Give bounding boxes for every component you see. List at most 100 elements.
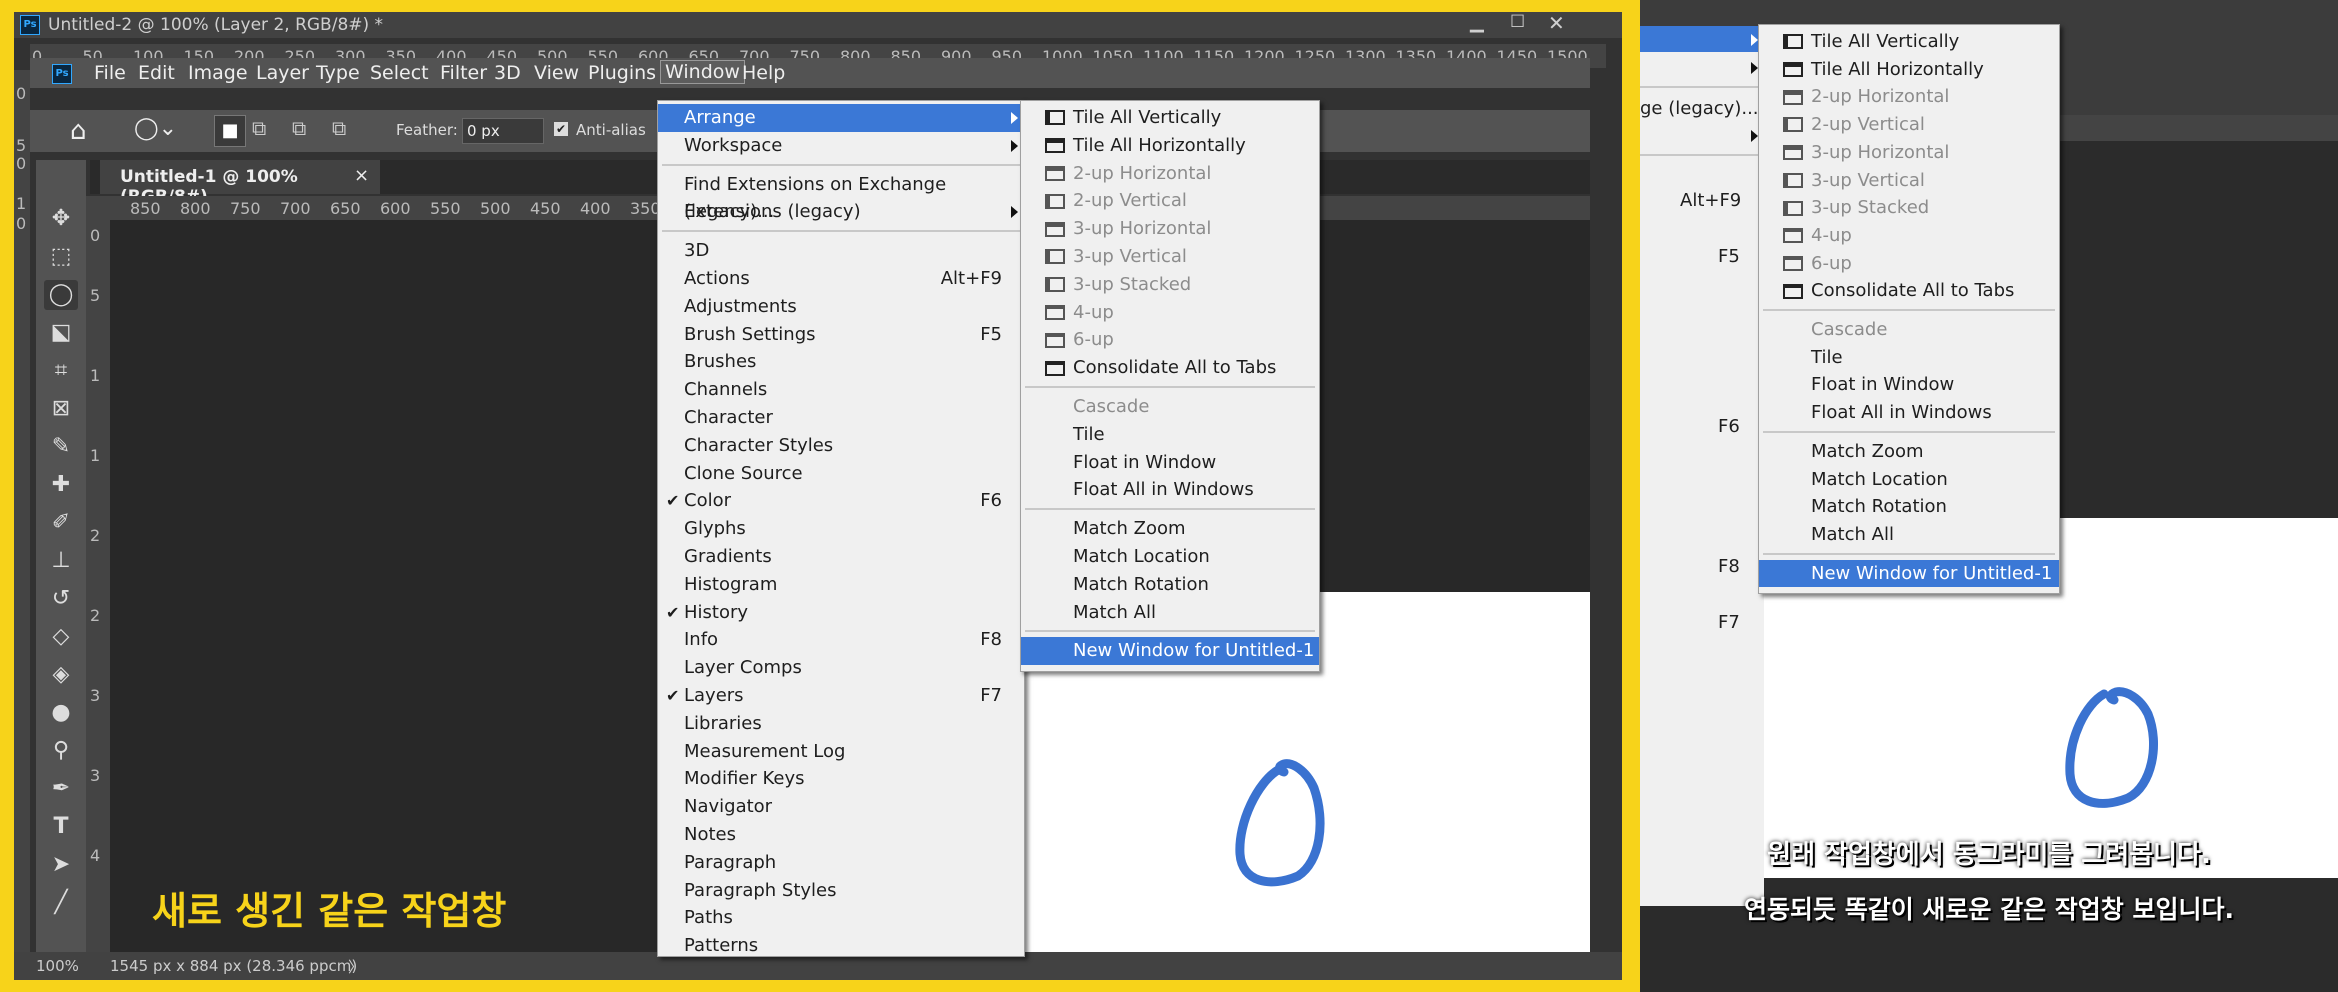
menu-view[interactable]: View [534, 62, 579, 84]
menu-item-libraries[interactable]: Libraries [658, 710, 1024, 738]
menu-item-cascade[interactable]: Cascade [1021, 393, 1319, 421]
menu-item-tile[interactable]: Tile [1759, 344, 2059, 372]
brush-tool-icon[interactable]: ✐ [44, 508, 78, 538]
menu-item-clone-source[interactable]: Clone Source [658, 460, 1024, 488]
menu-item-channels[interactable]: Channels [658, 376, 1024, 404]
maximize-icon[interactable]: ☐ [1510, 12, 1525, 32]
menu-item-color[interactable]: ✔ Color F6 [658, 487, 1024, 515]
menu-item-layers[interactable]: ✔ Layers F7 [658, 682, 1024, 710]
add-selection-icon[interactable]: ⧉ [252, 116, 266, 140]
menu-item-actions[interactable]: Actions Alt+F9 [658, 265, 1024, 293]
menu-item-cascade[interactable]: Cascade [1759, 316, 2059, 344]
menu-item-float-all-in-windows[interactable]: Float All in Windows [1759, 399, 2059, 427]
menu-item-new-window-for-untitled-1[interactable]: New Window for Untitled-1 [1021, 637, 1319, 666]
menu-item-3-up-stacked[interactable]: 3-up Stacked [1759, 194, 2059, 222]
menu-item-modifier-keys[interactable]: Modifier Keys [658, 765, 1024, 793]
crop-tool-icon[interactable]: ⌗ [44, 356, 78, 386]
menu-item-3-up-horizontal[interactable]: 3-up Horizontal [1021, 215, 1319, 243]
menu-item-histogram[interactable]: Histogram [658, 571, 1024, 599]
frame-tool-icon[interactable]: ⊠ [44, 394, 78, 424]
menu-item-paths[interactable]: Paths [658, 904, 1024, 932]
menu-item-match-all[interactable]: Match All [1759, 521, 2059, 549]
menu-layer[interactable]: Layer [256, 62, 309, 84]
menu-item-find-extensions-on-exchange-legacy[interactable]: Find Extensions on Exchange (legacy)... [658, 171, 1024, 223]
menu-item-character-styles[interactable]: Character Styles [658, 432, 1024, 460]
intersect-selection-icon[interactable]: ⧉ [332, 116, 346, 140]
menu-item-6-up[interactable]: 6-up [1759, 250, 2059, 278]
path-selection-tool-icon[interactable]: ➤ [44, 850, 78, 880]
menu-item-2-up-vertical[interactable]: 2-up Vertical [1759, 111, 2059, 139]
menu-item-3-up-vertical[interactable]: 3-up Vertical [1759, 167, 2059, 195]
menu-item-tile-all-vertically[interactable]: Tile All Vertically [1021, 104, 1319, 132]
menu-item-notes[interactable]: Notes [658, 821, 1024, 849]
menu-type[interactable]: Type [316, 62, 360, 84]
new-selection-icon[interactable]: ■ [214, 115, 246, 147]
menu-item-match-rotation[interactable]: Match Rotation [1759, 493, 2059, 521]
menu-item-float-in-window[interactable]: Float in Window [1759, 371, 2059, 399]
object-selection-tool-icon[interactable]: ⬕ [44, 318, 78, 348]
menu-filter[interactable]: Filter [440, 62, 487, 84]
menu-item-match-location[interactable]: Match Location [1759, 466, 2059, 494]
menu-item-6-up[interactable]: 6-up [1021, 326, 1319, 354]
menu-item-match-zoom[interactable]: Match Zoom [1759, 438, 2059, 466]
menu-image[interactable]: Image [188, 62, 248, 84]
menu-item-extensions-legacy[interactable]: Extensions (legacy) [658, 198, 1024, 226]
menu-item-arrange[interactable]: Arrange [658, 104, 1024, 132]
menu-item-3d[interactable]: 3D [658, 237, 1024, 265]
menu-item-float-in-window[interactable]: Float in Window [1021, 449, 1319, 477]
menu-item-brush-settings[interactable]: Brush Settings F5 [658, 321, 1024, 349]
menu-item-tile-all-horizontally[interactable]: Tile All Horizontally [1759, 56, 2059, 84]
menu-item-float-all-in-windows[interactable]: Float All in Windows [1021, 476, 1319, 504]
menu-item-tile[interactable]: Tile [1021, 421, 1319, 449]
menu-item-layer-comps[interactable]: Layer Comps [658, 654, 1024, 682]
menu-edit[interactable]: Edit [138, 62, 175, 84]
zoom-level[interactable]: 100% [36, 957, 79, 975]
menu-item-patterns[interactable]: Patterns [658, 932, 1024, 956]
menu-item-3-up-stacked[interactable]: 3-up Stacked [1021, 271, 1319, 299]
menu-item-4-up[interactable]: 4-up [1759, 222, 2059, 250]
menu-item-info[interactable]: Info F8 [658, 626, 1024, 654]
menu-3d[interactable]: 3D [494, 62, 521, 84]
feather-input[interactable]: 0 px [462, 118, 544, 144]
menu-item-measurement-log[interactable]: Measurement Log [658, 738, 1024, 766]
home-icon[interactable]: ⌂ [70, 116, 87, 146]
menu-item-history[interactable]: ✔ History [658, 599, 1024, 627]
menu-item-2-up-horizontal[interactable]: 2-up Horizontal [1759, 83, 2059, 111]
menu-item-consolidate-all-to-tabs[interactable]: Consolidate All to Tabs [1021, 354, 1319, 382]
lasso-tool-icon[interactable]: ◯ [44, 280, 78, 310]
menu-item-consolidate-all-to-tabs[interactable]: Consolidate All to Tabs [1759, 277, 2059, 305]
menu-window[interactable]: Window [660, 60, 745, 84]
eraser-tool-icon[interactable]: ◇ [44, 622, 78, 652]
menu-item-match-zoom[interactable]: Match Zoom [1021, 515, 1319, 543]
minimize-icon[interactable]: ▁ [1470, 12, 1484, 33]
line-tool-icon[interactable]: ╱ [44, 888, 78, 918]
menu-item-match-location[interactable]: Match Location [1021, 543, 1319, 571]
menu-plugins[interactable]: Plugins [588, 62, 656, 84]
menu-item-2-up-horizontal[interactable]: 2-up Horizontal [1021, 160, 1319, 188]
menu-item-workspace[interactable]: Workspace [658, 132, 1024, 160]
menu-item-glyphs[interactable]: Glyphs [658, 515, 1024, 543]
menu-item-paragraph[interactable]: Paragraph [658, 849, 1024, 877]
antialias-checkbox[interactable]: ✔ [554, 122, 568, 136]
menu-item-3-up-vertical[interactable]: 3-up Vertical [1021, 243, 1319, 271]
menu-item-gradients[interactable]: Gradients [658, 543, 1024, 571]
menu-item-navigator[interactable]: Navigator [658, 793, 1024, 821]
menu-item-new-window-for-untitled-1[interactable]: New Window for Untitled-1 [1759, 559, 2059, 588]
menu-item-match-rotation[interactable]: Match Rotation [1021, 571, 1319, 599]
menu-item-2-up-vertical[interactable]: 2-up Vertical [1021, 187, 1319, 215]
stamp-tool-icon[interactable]: ⊥ [44, 546, 78, 576]
pen-tool-icon[interactable]: ✒ [44, 774, 78, 804]
paint-bucket-tool-icon[interactable]: ◈ [44, 660, 78, 690]
close-icon[interactable]: ✕ [1548, 12, 1565, 35]
history-brush-tool-icon[interactable]: ↺ [44, 584, 78, 614]
menu-item-match-all[interactable]: Match All [1021, 599, 1319, 627]
menu-item-adjustments[interactable]: Adjustments [658, 293, 1024, 321]
menu-item-paragraph-styles[interactable]: Paragraph Styles [658, 877, 1024, 905]
marquee-tool-icon[interactable]: ⬚ [44, 242, 78, 272]
document-tab[interactable]: Untitled-1 @ 100% (RGB/8#) × [100, 160, 380, 207]
document-info[interactable]: 1545 px x 884 px (28.346 ppcm) [110, 957, 357, 975]
menu-item-brushes[interactable]: Brushes [658, 348, 1024, 376]
menu-item-4-up[interactable]: 4-up [1021, 299, 1319, 327]
lasso-preset-icon[interactable]: ◯⌄ [134, 116, 177, 141]
menu-select[interactable]: Select [370, 62, 429, 84]
